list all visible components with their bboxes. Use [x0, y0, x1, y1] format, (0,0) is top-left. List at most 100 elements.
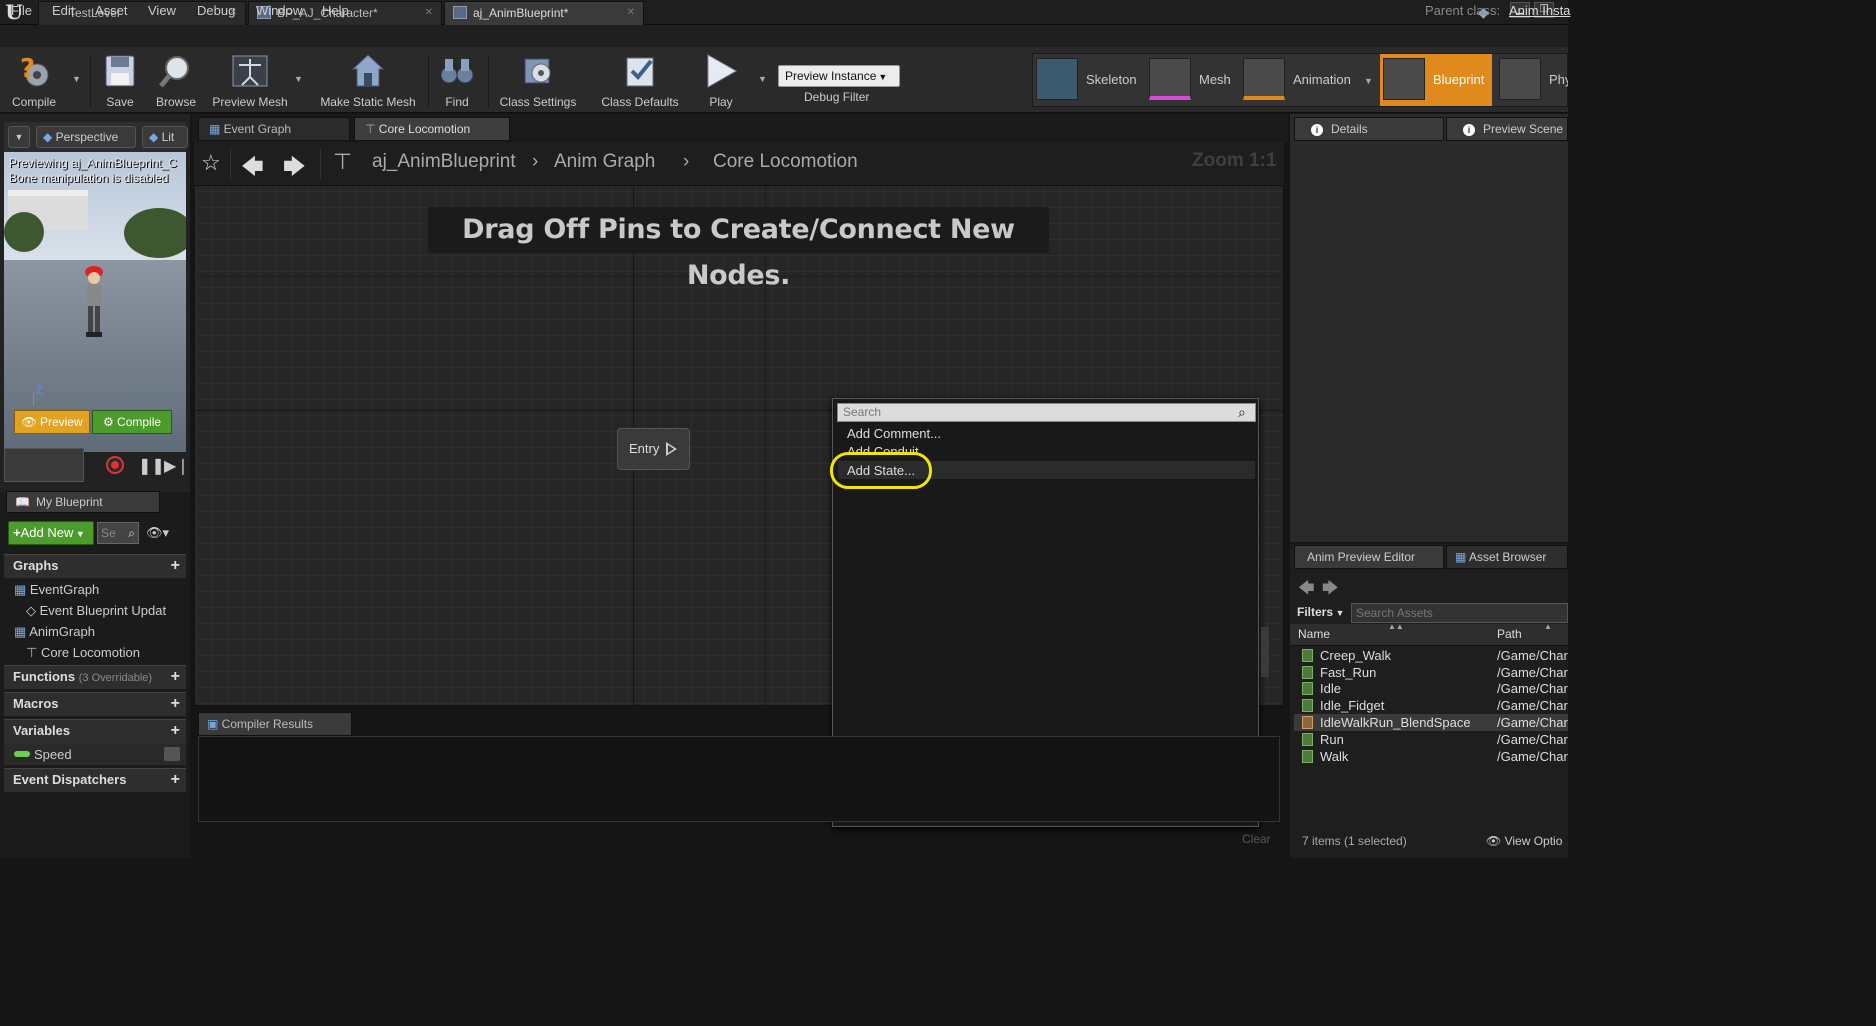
- divider: [428, 55, 429, 107]
- my-blueprint-search-input[interactable]: Se ⌕: [97, 522, 139, 544]
- exec-output-pin-icon[interactable]: [666, 442, 677, 456]
- breadcrumb-anim-blueprint[interactable]: aj_AnimBlueprint: [372, 151, 516, 173]
- view-options-button[interactable]: 👁 View Optio: [1486, 834, 1562, 848]
- add-graph-icon[interactable]: +: [171, 555, 180, 577]
- column-header-path[interactable]: Path: [1497, 627, 1522, 641]
- compiler-results-tab[interactable]: ▣ Compiler Results: [198, 712, 352, 736]
- details-tab[interactable]: i Details: [1294, 117, 1444, 141]
- class-defaults-button[interactable]: Class Defaults: [594, 49, 686, 111]
- pause-button[interactable]: ❚❚: [138, 456, 165, 475]
- section-event-dispatchers[interactable]: Event Dispatchers +: [4, 768, 186, 792]
- asset-row[interactable]: Idle_Fidget /Game/Char: [1294, 697, 1568, 714]
- asset-row[interactable]: Fast_Run /Game/Char: [1294, 664, 1568, 681]
- eye-icon: 👁: [21, 415, 40, 429]
- parent-class-link[interactable]: Anim Insta: [1509, 3, 1570, 18]
- preview-scene-settings-tab[interactable]: i Preview Scene S: [1446, 117, 1568, 141]
- back-arrow-icon[interactable]: 🡄: [1298, 577, 1315, 604]
- menu-debug[interactable]: Debug: [197, 3, 235, 18]
- preview-mesh-button[interactable]: Preview Mesh: [208, 49, 292, 111]
- mode-skeleton[interactable]: Skeleton: [1033, 54, 1143, 106]
- mode-physics[interactable]: Phy: [1496, 54, 1568, 106]
- my-blueprint-tab[interactable]: 📖 My Blueprint: [6, 491, 160, 513]
- asset-row[interactable]: Walk /Game/Char: [1294, 748, 1568, 765]
- animation-mode-dropdown[interactable]: ▼: [1364, 76, 1373, 86]
- close-icon[interactable]: ✕: [627, 2, 635, 24]
- preview-instance-dropdown[interactable]: Preview Instance ▼: [778, 65, 900, 87]
- compile-options-dropdown[interactable]: ▼: [72, 74, 81, 84]
- filters-dropdown[interactable]: Filters ▼: [1297, 605, 1344, 619]
- menu-window[interactable]: Window: [256, 3, 302, 18]
- perspective-button[interactable]: ◆ Perspective: [36, 126, 136, 148]
- animation-asset-icon: [1302, 750, 1313, 763]
- mode-mesh[interactable]: Mesh: [1146, 54, 1238, 106]
- preview-mesh-dropdown[interactable]: ▼: [294, 74, 303, 84]
- add-macro-icon[interactable]: +: [171, 693, 180, 715]
- asset-browser-tab[interactable]: ▦ Asset Browser: [1446, 545, 1568, 569]
- divider: [90, 55, 91, 107]
- tab-event-graph[interactable]: ▦ Event Graph: [198, 117, 350, 141]
- state-machine-icon: ⊤: [333, 149, 353, 174]
- blendspace-asset-icon: [1302, 716, 1313, 729]
- tab-core-locomotion[interactable]: ⊤ Core Locomotion: [354, 117, 510, 141]
- make-static-mesh-button[interactable]: Make Static Mesh: [312, 49, 424, 111]
- variable-row-speed[interactable]: [4, 743, 186, 765]
- record-button[interactable]: [106, 456, 124, 474]
- forward-arrow-icon[interactable]: 🡆: [283, 150, 306, 188]
- timeline-scrubber[interactable]: [4, 448, 84, 482]
- preview-button[interactable]: 👁 Preview: [14, 410, 90, 434]
- menu-asset[interactable]: Asset: [95, 3, 128, 18]
- search-icon: ⌕: [1238, 404, 1246, 420]
- mode-blueprint[interactable]: Blueprint: [1380, 54, 1492, 106]
- step-forward-button[interactable]: ▶❘: [164, 456, 190, 476]
- tree-item-core-locomotion[interactable]: ⊤ Core Locomotion: [26, 645, 140, 661]
- section-variables[interactable]: Variables +: [4, 719, 186, 743]
- favorite-star-icon[interactable]: ☆: [201, 150, 221, 176]
- lit-button[interactable]: ◆ Lit: [142, 126, 188, 148]
- menu-view[interactable]: View: [148, 3, 176, 18]
- section-graphs[interactable]: Graphs +: [4, 554, 186, 578]
- asset-search-input[interactable]: Search Assets: [1351, 603, 1568, 623]
- context-menu-search-input[interactable]: Search: [837, 403, 1256, 422]
- tab-aj-animblueprint[interactable]: aj_AnimBlueprint* ✕: [444, 1, 644, 25]
- add-dispatcher-icon[interactable]: +: [171, 769, 180, 791]
- breadcrumb-anim-graph[interactable]: Anim Graph: [554, 151, 655, 173]
- compile-button[interactable]: ? Compile: [4, 49, 64, 111]
- search-icon: ⌕: [128, 526, 135, 540]
- back-arrow-icon[interactable]: 🡄: [241, 150, 264, 188]
- menu-help[interactable]: Help: [322, 3, 349, 18]
- tree-item-animgraph[interactable]: ▦ AnimGraph: [14, 624, 95, 640]
- browse-button[interactable]: Browse: [148, 49, 204, 111]
- menu-edit[interactable]: Edit: [52, 3, 74, 18]
- forward-arrow-icon[interactable]: 🡆: [1322, 577, 1339, 604]
- play-options-dropdown[interactable]: ▼: [758, 74, 767, 84]
- find-button[interactable]: Find: [434, 49, 480, 111]
- menu-file[interactable]: File: [11, 3, 32, 18]
- asset-row[interactable]: Idle /Game/Char: [1294, 680, 1568, 697]
- entry-node[interactable]: Entry: [617, 428, 690, 470]
- save-button[interactable]: Save: [96, 49, 144, 111]
- section-macros[interactable]: Macros +: [4, 692, 186, 716]
- viewport-options-dropdown[interactable]: ▼: [8, 126, 30, 148]
- asset-row[interactable]: Creep_Walk /Game/Char: [1294, 647, 1568, 664]
- menu-item-add-comment[interactable]: Add Comment...: [847, 426, 941, 441]
- asset-row[interactable]: Run /Game/Char: [1294, 731, 1568, 748]
- class-settings-button[interactable]: Class Settings: [494, 49, 582, 111]
- add-new-button[interactable]: +Add New ▼: [8, 521, 94, 545]
- close-icon[interactable]: ✕: [425, 2, 433, 24]
- add-function-icon[interactable]: +: [171, 666, 180, 688]
- asset-row-selected[interactable]: IdleWalkRun_BlendSpace /Game/Char: [1294, 714, 1568, 731]
- play-button[interactable]: Play: [696, 49, 746, 111]
- mesh-thumbnail-icon: [1149, 58, 1191, 100]
- mode-animation[interactable]: Animation: [1240, 54, 1358, 106]
- add-variable-icon[interactable]: +: [171, 720, 180, 742]
- visibility-eye-icon[interactable]: 👁▾: [146, 525, 169, 541]
- viewport-compile-button[interactable]: ⚙ Compile: [92, 410, 172, 434]
- tree-item-event-blueprint-update[interactable]: ◇ Event Blueprint Updat: [26, 603, 166, 619]
- tree-item-eventgraph[interactable]: ▦ EventGraph: [14, 582, 99, 598]
- graph-scrollbar[interactable]: [1261, 627, 1269, 677]
- variable-visibility-icon[interactable]: [164, 747, 180, 761]
- anim-preview-editor-tab[interactable]: Anim Preview Editor: [1294, 545, 1444, 569]
- clear-button[interactable]: Clear: [1242, 832, 1271, 846]
- column-header-name[interactable]: Name: [1298, 627, 1330, 641]
- section-functions[interactable]: Functions (3 Overridable) +: [4, 665, 186, 689]
